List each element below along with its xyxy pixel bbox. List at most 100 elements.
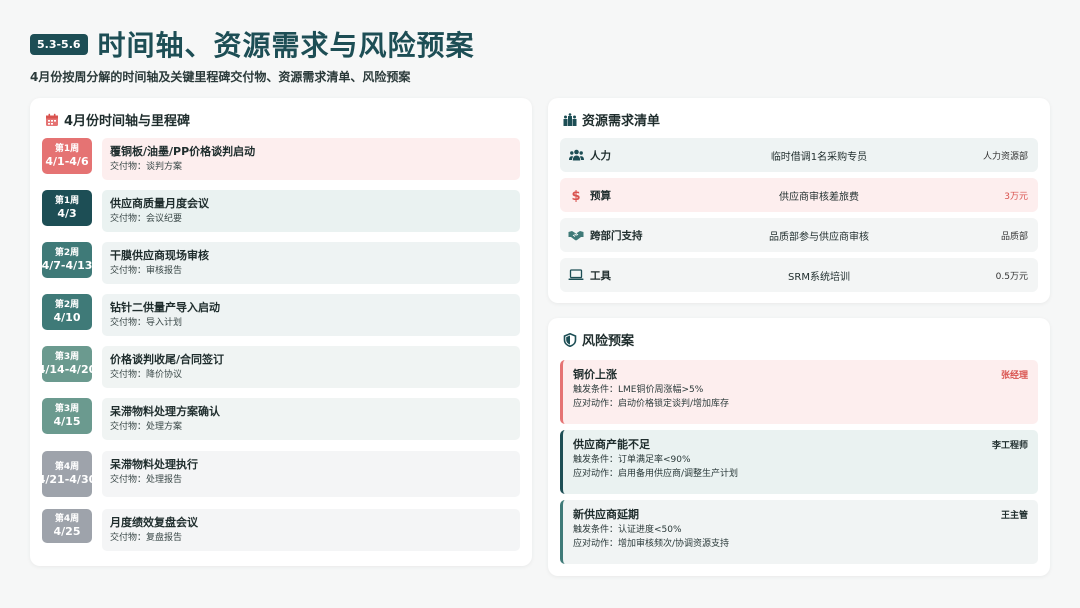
milestone-box: 呆滞物料处理执行 交付物：处理报告 [102,451,520,497]
week-badge: 第2周 4/7-4/13 [42,242,92,278]
svg-text:$: $ [571,189,580,202]
resource-row: 工具 SRM系统培训 0.5万元 [560,258,1038,292]
week-badge: 第3周 4/15 [42,398,92,434]
week-date: 4/1-4/6 [45,154,89,168]
handshake-icon [568,228,584,242]
milestone-deliverable: 交付物：会议纪要 [110,214,183,224]
risk-card: 风险预案 铜价上涨触发条件：LME铜价周涨幅>5% 应对动作：启动价格锁定谈判/增… [548,318,1050,576]
resource-description: 供应商审核差旅费 [779,191,859,203]
week-badge: 第2周 4/10 [42,294,92,330]
timeline-title: 4月份时间轴与里程碑 [64,114,191,129]
week-label: 第3周 [54,403,80,414]
milestone-name: 呆滞物料处理执行 [110,458,198,471]
week-badge: 第3周4/14-4/20 [42,346,92,382]
timeline-item: 第1周 4/1-4/6 覆铜板/油墨/PP价格谈判启动 交付物：谈判方案 [42,138,520,180]
week-label: 第3周 [54,351,80,362]
milestone-deliverable: 交付物：导入计划 [110,318,183,328]
milestone-name: 干膜供应商现场审核 [110,249,209,262]
risk-action: 应对动作：增加审核频次/协调资源支持 [573,539,730,549]
week-label: 第4周 [54,461,80,472]
timeline-item: 第2周 4/7-4/13 干膜供应商现场审核 交付物：审核报告 [42,242,520,284]
page-title: 时间轴、资源需求与风险预案 [97,29,475,62]
page-header: 5.3-5.6 时间轴、资源需求与风险预案 4月份按周分解的时间轴及关键里程碑交… [30,22,1050,85]
week-date: 4/10 [53,310,81,324]
risk-name: 铜价上涨 [573,368,617,381]
risk-name: 供应商产能不足 [573,438,650,451]
dollar-icon: $ [568,188,584,202]
resource-category: 跨部门支持 [590,229,643,242]
week-label: 第1周 [54,143,80,154]
resource-value: 人力资源部 [982,151,1028,162]
week-badge: 第1周 4/1-4/6 [42,138,92,174]
resource-category: 人力 [590,149,611,162]
page-subtitle: 4月份按周分解的时间轴及关键里程碑交付物、资源需求清单、风险预案 [30,70,411,84]
timeline-card: 4月份时间轴与里程碑 第1周 4/1-4/6 覆铜板/油墨/PP价格谈判启动 交付物：… [30,98,532,566]
resource-description: 品质部参与供应商审核 [769,231,869,243]
week-date: 4/15 [53,414,81,428]
week-label: 第4周 [54,513,80,524]
milestone-box: 月度绩效复盘会议 交付物：复盘报告 [102,509,520,551]
week-label: 第2周 [54,247,80,258]
week-badge: 第4周 4/25 [42,509,92,543]
milestone-name: 价格谈判收尾/合同签订 [110,353,225,366]
resources-icon [563,112,577,127]
milestone-box: 干膜供应商现场审核 交付物：审核报告 [102,242,520,284]
risk-trigger: 触发条件：认证进度<50% [573,525,682,535]
milestone-deliverable: 交付物：处理报告 [110,475,183,485]
week-label: 第1周 [54,195,80,206]
milestone-box: 呆滞物料处理方案确认 交付物：处理方案 [102,398,520,440]
milestone-box: 覆铜板/油墨/PP价格谈判启动 交付物：谈判方案 [102,138,520,180]
risk-owner: 李工程师 [991,441,1028,451]
resource-row: 人力 临时借调1名采购专员 人力资源部 [560,138,1038,172]
week-date: 4/3 [57,206,77,220]
risk-name: 新供应商延期 [573,508,639,521]
risk-action: 应对动作：启用备用供应商/调整生产计划 [573,469,739,479]
timeline-item: 第1周 4/3 供应商质量月度会议 交付物：会议纪要 [42,190,520,232]
milestone-box: 供应商质量月度会议 交付物：会议纪要 [102,190,520,232]
week-date: 4/14-4/20 [42,362,92,376]
resource-value: 0.5万元 [995,271,1028,282]
week-date: 4/25 [53,524,81,538]
milestone-box: 价格谈判收尾/合同签订 交付物：降价协议 [102,346,520,388]
resources-card-title: 资源需求清单 [563,110,660,129]
timeline-item: 第2周 4/10 钻针二供量产导入启动 交付物：导入计划 [42,294,520,336]
week-badge: 第4周4/21-4/30 [42,451,92,497]
risk-trigger: 触发条件：订单满足率<90% [573,455,691,465]
resource-row: 跨部门支持 品质部参与供应商审核 品质部 [560,218,1038,252]
milestone-name: 钻针二供量产导入启动 [110,301,220,314]
milestone-name: 呆滞物料处理方案确认 [110,405,220,418]
resource-category: 预算 [590,189,611,202]
week-date: 4/7-4/13 [42,258,92,272]
milestone-deliverable: 交付物：谈判方案 [110,162,183,172]
resource-description: 临时借调1名采购专员 [770,151,868,163]
resource-value: 品质部 [1000,231,1028,242]
timeline-item: 第4周 4/25 月度绩效复盘会议 交付物：复盘报告 [42,509,520,551]
shield-icon [563,332,577,347]
milestone-box: 钻针二供量产导入启动 交付物：导入计划 [102,294,520,336]
risk-owner: 王主管 [1000,511,1028,521]
milestone-name: 覆铜板/油墨/PP价格谈判启动 [110,145,256,158]
timeline-item: 第3周4/14-4/20 价格谈判收尾/合同签订交付物：降价协议 [42,346,520,388]
milestone-deliverable: 交付物：降价协议 [110,370,183,380]
risk-card-title: 风险预案 [563,330,634,349]
resources-title: 资源需求清单 [582,114,661,129]
resource-category: 工具 [590,269,611,282]
resource-row: $ 预算 供应商审核差旅费 3万元 [560,178,1038,212]
risk-action: 应对动作：启动价格锁定谈判/增加库存 [573,399,730,409]
week-badge: 第1周 4/3 [42,190,92,226]
section-badge: 5.3-5.6 [30,33,88,55]
week-label: 第2周 [54,299,80,310]
risk-trigger: 触发条件：LME铜价周涨幅>5% [573,385,704,395]
timeline-item: 第4周4/21-4/30呆滞物料处理执行交付物：处理报告 [42,451,520,497]
risk-item: 供应商产能不足触发条件：订单满足率<90% 应对动作：启用备用供应商/调整生产计划… [560,430,1038,494]
risk-title: 风险预案 [582,334,635,349]
laptop-icon [568,268,584,282]
people-icon [568,148,584,162]
resource-value: 3万元 [1004,191,1028,202]
resource-description: SRM系统培训 [788,271,850,283]
risk-item: 新供应商延期触发条件：认证进度<50% 应对动作：增加审核频次/协调资源支持 王主管 [560,500,1038,564]
milestone-name: 月度绩效复盘会议 [110,516,198,529]
milestone-deliverable: 交付物：审核报告 [110,266,183,276]
milestone-name: 供应商质量月度会议 [110,197,209,210]
timeline-card-title: 4月份时间轴与里程碑 [45,110,190,129]
